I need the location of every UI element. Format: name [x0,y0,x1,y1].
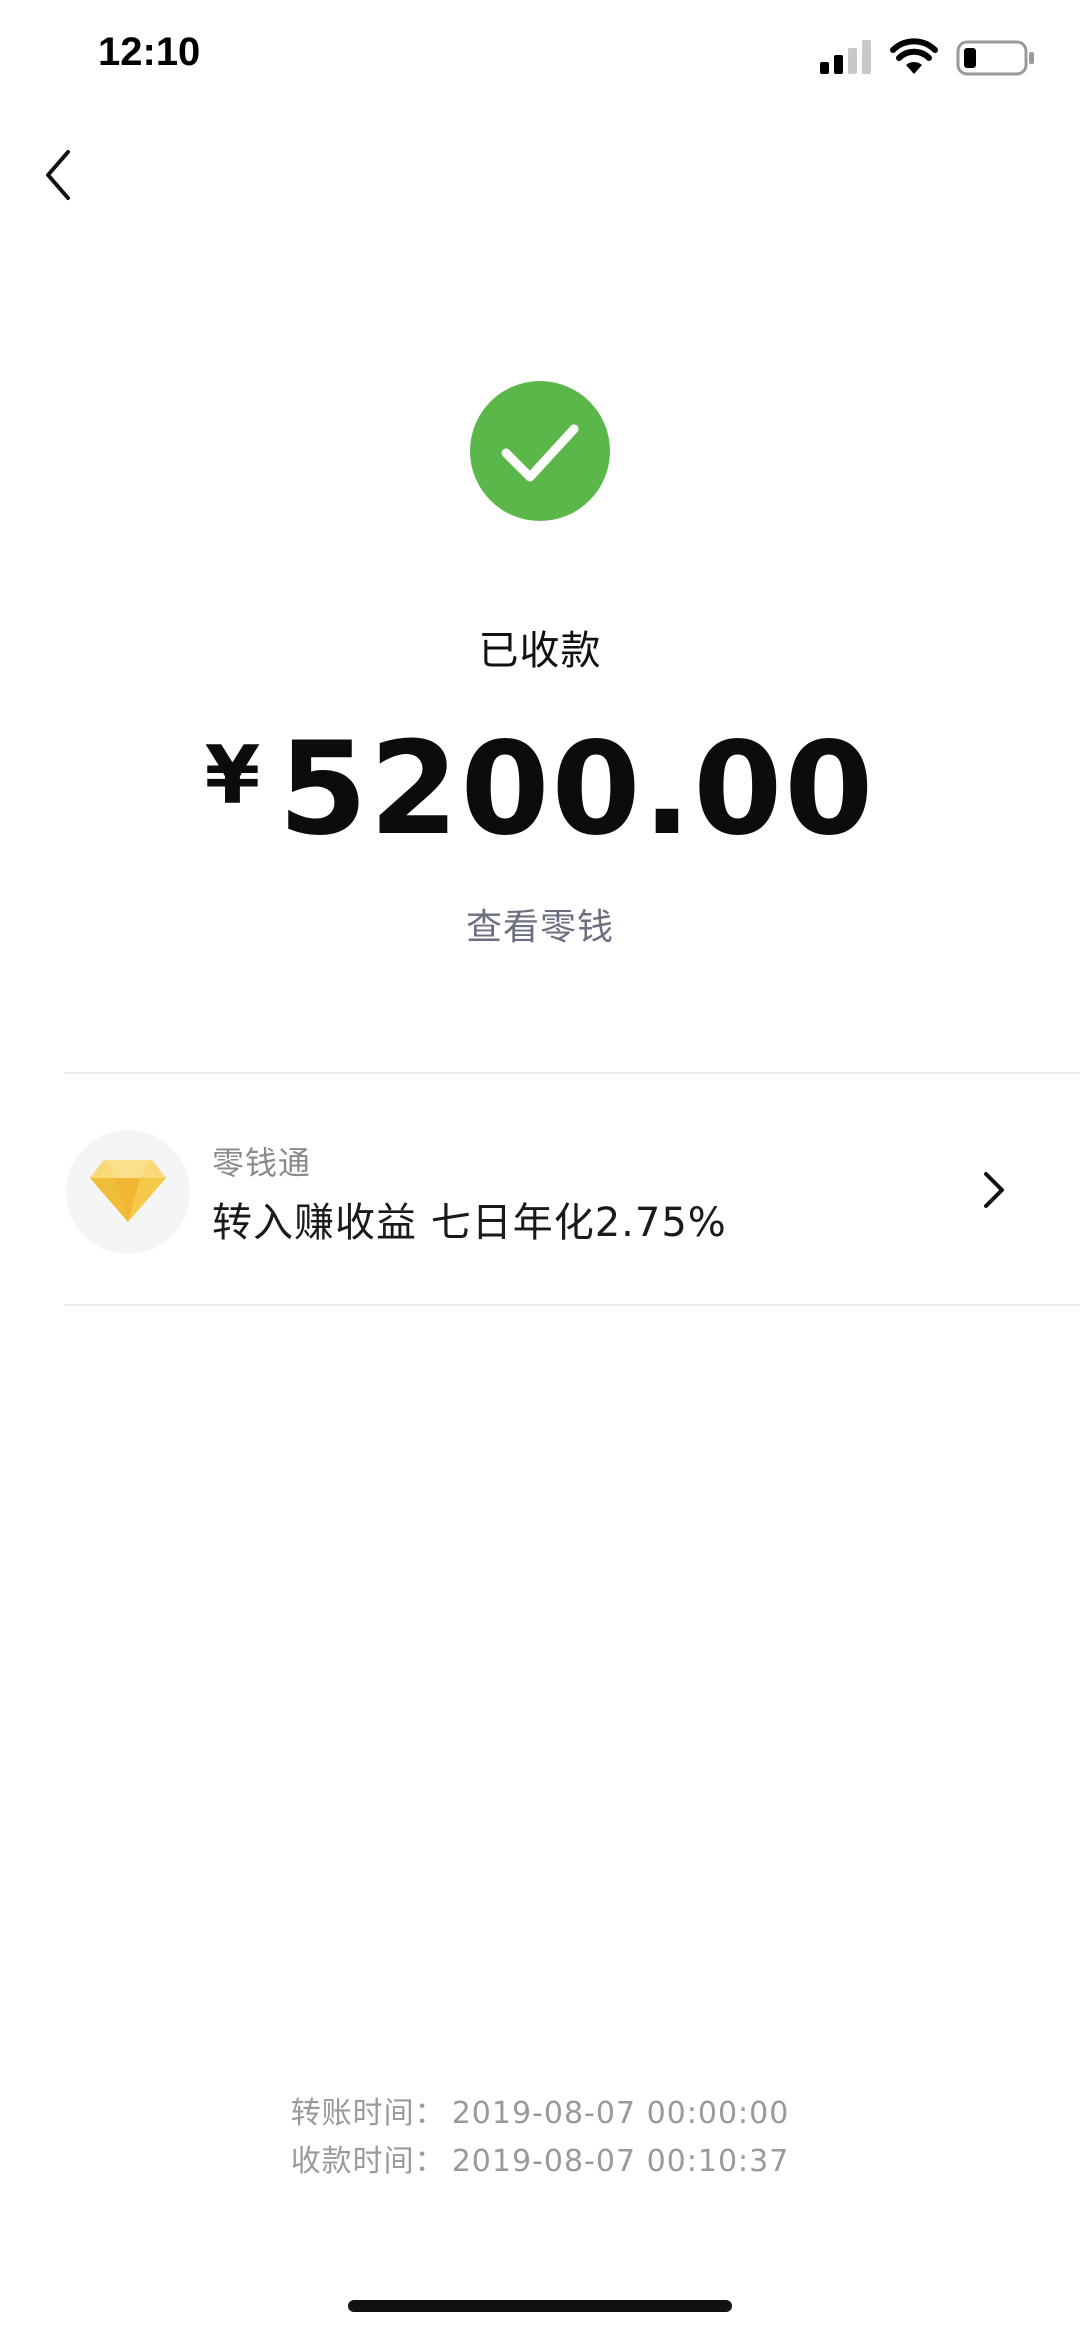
promo-description: 转入赚收益 七日年化2.75% [212,1200,727,1246]
receive-time-value: 2019-08-07 00:10:37 [451,2144,790,2179]
amount-display: ¥5200.00 [0,715,1080,864]
status-bar-icons [820,38,1040,78]
diamond-icon [90,1160,166,1222]
check-circle-icon [470,381,610,521]
transfer-time-row: 转账时间： 2019-08-07 00:00:00 [0,2090,1080,2138]
view-change-link[interactable]: 查看零钱 [0,898,1080,950]
transaction-times: 转账时间： 2019-08-07 00:00:00 收款时间： 2019-08-07… [0,2090,1080,2186]
lingqiantong-promo-row[interactable]: 零钱通 转入赚收益 七日年化2.75% [0,1074,1080,1304]
receive-time-row: 收款时间： 2019-08-07 00:10:37 [0,2138,1080,2186]
battery-icon [956,40,1034,76]
wifi-icon [890,38,938,74]
transfer-time-value: 2019-08-07 00:00:00 [451,2096,790,2131]
payment-status-text: 已收款 [478,628,602,674]
currency-symbol: ¥ [204,729,261,822]
chevron-left-icon [46,150,70,200]
amount-value: 5200.00 [278,715,876,864]
promo-title: 零钱通 [212,1144,312,1182]
receive-time-label: 收款时间： [290,2144,446,2179]
divider [64,1304,1080,1306]
home-indicator[interactable] [348,2300,732,2312]
chevron-right-icon [984,1172,1004,1208]
back-button[interactable] [30,140,90,210]
signal-icon [820,40,871,74]
promo-icon-container [66,1130,190,1254]
status-bar-time: 12:10 [98,30,201,74]
transfer-time-label: 转账时间： [290,2096,446,2131]
